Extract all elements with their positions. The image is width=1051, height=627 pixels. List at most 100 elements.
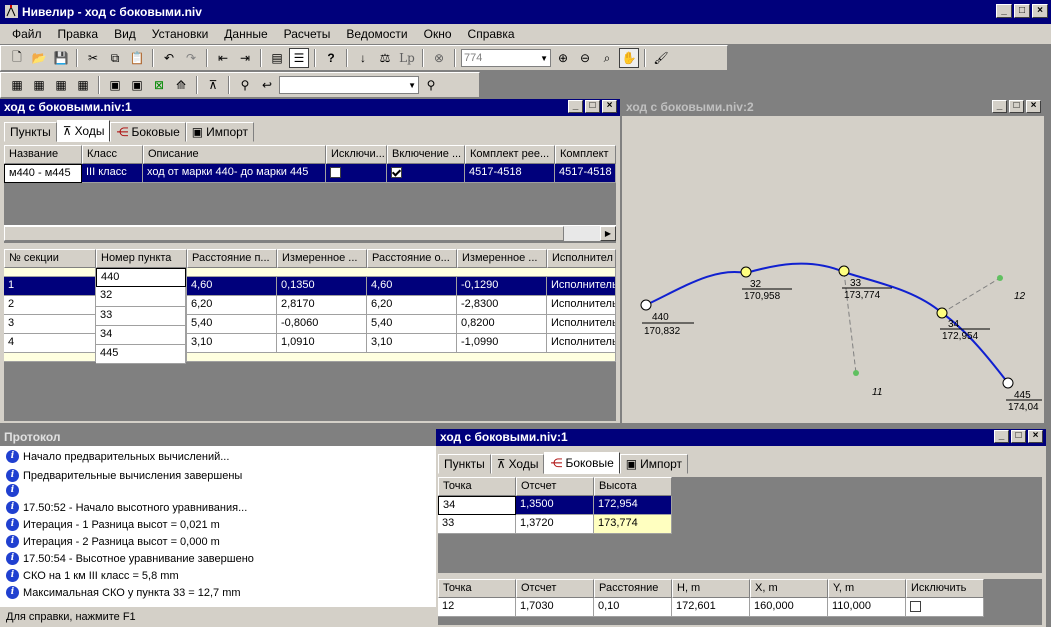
zoom-combo[interactable]: 774 ▼	[461, 49, 551, 67]
close-button[interactable]: ×	[1026, 100, 1041, 113]
point-cell[interactable]: 34	[96, 326, 186, 345]
col-kit1[interactable]: Комплект рее...	[465, 145, 555, 164]
col-meas-fwd[interactable]: Измеренное ...	[277, 249, 367, 268]
zoom-in-icon[interactable]: ⊕	[553, 48, 573, 68]
zoom-fit-icon[interactable]: ⌕	[597, 48, 617, 68]
binoculars-icon[interactable]: ⚲	[235, 75, 255, 95]
menu-edit[interactable]: Правка	[50, 27, 107, 41]
name-cell[interactable]: м440 - м445	[4, 164, 82, 183]
excel-icon[interactable]: ⊠	[149, 75, 169, 95]
include-cell[interactable]	[387, 164, 465, 183]
horizontal-scrollbar[interactable]: ▶	[4, 225, 616, 241]
exclude-checkbox[interactable]	[910, 600, 921, 612]
col-y[interactable]: Y, m	[828, 579, 906, 598]
menu-help[interactable]: Справка	[460, 27, 523, 41]
col-height[interactable]: Высота	[594, 477, 672, 496]
brush-icon[interactable]: 🖌	[651, 48, 671, 68]
point-cell[interactable]: 440	[96, 268, 186, 287]
col-point[interactable]: Точка	[438, 579, 516, 598]
tab-traverses[interactable]: ⊼ Ходы	[490, 454, 545, 474]
cancel-circle-icon[interactable]: ⊗	[429, 48, 449, 68]
lp-icon[interactable]: Lp	[397, 48, 417, 68]
station-marker[interactable]	[838, 265, 850, 277]
form-view-icon[interactable]: ▤	[267, 48, 287, 68]
col-description[interactable]: Описание	[143, 145, 326, 164]
col-name[interactable]: Название	[4, 145, 82, 164]
col-distance[interactable]: Расстояние	[594, 579, 672, 598]
save-icon[interactable]: 💾	[51, 48, 71, 68]
exclude-checkbox[interactable]	[330, 166, 341, 178]
menu-calc[interactable]: Расчеты	[276, 27, 339, 41]
calc-3-icon[interactable]: ▦	[51, 75, 71, 95]
table-row[interactable]: 33 1,3720 173,774	[438, 515, 672, 534]
exclude-cell[interactable]	[906, 598, 984, 617]
side-point[interactable]	[997, 275, 1003, 281]
pan-hand-icon[interactable]: ✋	[619, 48, 639, 68]
go-back-icon[interactable]: ↩	[257, 75, 277, 95]
help-pointer-icon[interactable]: ?	[321, 48, 341, 68]
tab-traverses[interactable]: ⊼ Ходы	[56, 120, 111, 142]
col-h[interactable]: H, m	[672, 579, 750, 598]
minimize-button[interactable]: _	[568, 100, 583, 113]
col-exclude[interactable]: Исключи...	[326, 145, 387, 164]
tab-import[interactable]: ▣ Импорт	[619, 454, 689, 474]
point-cell[interactable]: 33	[96, 307, 186, 326]
new-file-icon[interactable]: 🗋	[7, 48, 27, 68]
station-marker[interactable]	[1002, 377, 1014, 389]
report-2-icon[interactable]: ▣	[127, 75, 147, 95]
maximize-button[interactable]: □	[1011, 430, 1026, 443]
report-1-icon[interactable]: ▣	[105, 75, 125, 95]
table-row[interactable]: м440 - м445 III класс ход от марки 440- …	[4, 164, 616, 183]
kit2-cell[interactable]: 4517-4518	[555, 164, 616, 183]
insert-before-icon[interactable]: ⇤	[213, 48, 233, 68]
tab-import[interactable]: ▣ Импорт	[185, 122, 255, 142]
undo-icon[interactable]: ↶	[159, 48, 179, 68]
level-tool-icon[interactable]: ⊼	[203, 75, 223, 95]
maximize-button[interactable]: □	[585, 100, 600, 113]
col-dist-fwd[interactable]: Расстояние п...	[187, 249, 277, 268]
menu-data[interactable]: Данные	[216, 27, 275, 41]
kit1-cell[interactable]: 4517-4518	[465, 164, 555, 183]
col-x[interactable]: X, m	[750, 579, 828, 598]
col-section[interactable]: № секции	[4, 249, 96, 268]
copy-icon[interactable]: ⧉	[105, 48, 125, 68]
menu-file[interactable]: Файл	[4, 27, 50, 41]
list-view-icon[interactable]: ☰	[289, 48, 309, 68]
zoom-out-icon[interactable]: ⊖	[575, 48, 595, 68]
col-point[interactable]: Точка	[438, 477, 516, 496]
table-row[interactable]: 12 1,7030 0,10 172,601 160,000 110,000	[438, 598, 984, 617]
col-reading[interactable]: Отсчет	[516, 579, 594, 598]
col-point[interactable]: Номер пункта	[96, 249, 187, 268]
side-point[interactable]	[853, 370, 859, 376]
col-include[interactable]: Включение ...	[387, 145, 465, 164]
class-cell[interactable]: III класс	[82, 164, 143, 183]
redo-icon[interactable]: ↷	[181, 48, 201, 68]
close-button[interactable]: ×	[1028, 430, 1043, 443]
balance-icon[interactable]: ⚖	[375, 48, 395, 68]
sort-down-icon[interactable]: ↓	[353, 48, 373, 68]
station-marker[interactable]	[936, 307, 948, 319]
open-folder-icon[interactable]: 📂	[29, 48, 49, 68]
insert-after-icon[interactable]: ⇥	[235, 48, 255, 68]
col-class[interactable]: Класс	[82, 145, 143, 164]
tab-side[interactable]: ⋲ Боковые	[544, 452, 620, 474]
cut-icon[interactable]: ✂	[83, 48, 103, 68]
col-exclude[interactable]: Исключить	[906, 579, 984, 598]
traverse-schema[interactable]: 440 170,832 32 170,958 33 173,774 34 172…	[624, 117, 1042, 421]
exclude-cell[interactable]	[326, 164, 387, 183]
minimize-button[interactable]: _	[996, 4, 1012, 18]
menu-view[interactable]: Вид	[106, 27, 144, 41]
menu-reports[interactable]: Ведомости	[338, 27, 415, 41]
export-icon[interactable]: ⟰	[171, 75, 191, 95]
station-marker[interactable]	[640, 299, 652, 311]
col-kit2[interactable]: Комплект	[555, 145, 616, 164]
minimize-button[interactable]: _	[992, 100, 1007, 113]
point-cell[interactable]: 32	[96, 287, 186, 307]
paste-icon[interactable]: 📋	[127, 48, 147, 68]
col-meas-back[interactable]: Измеренное ...	[457, 249, 547, 268]
close-button[interactable]: ×	[1032, 4, 1048, 18]
tab-points[interactable]: Пункты	[4, 122, 57, 142]
calc-2-icon[interactable]: ▦	[29, 75, 49, 95]
calc-1-icon[interactable]: ▦	[7, 75, 27, 95]
col-reading[interactable]: Отсчет	[516, 477, 594, 496]
